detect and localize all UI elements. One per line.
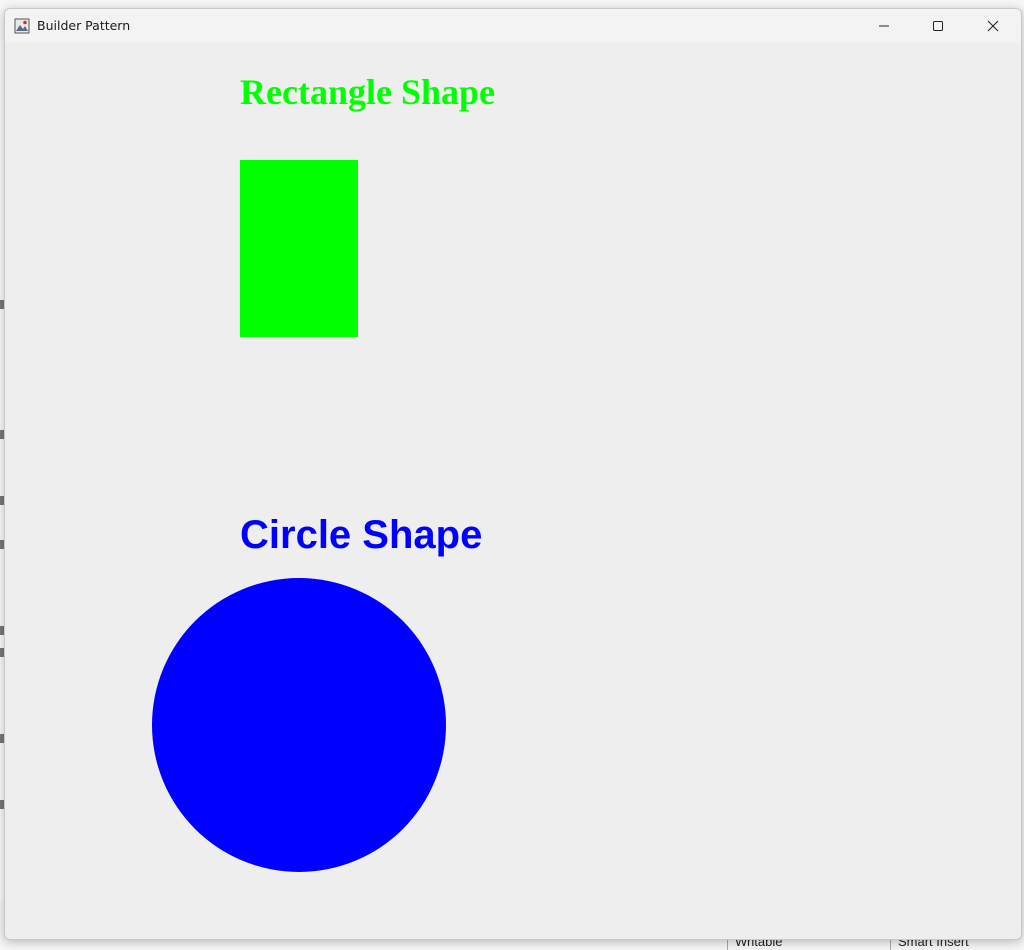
close-button[interactable] bbox=[970, 9, 1016, 43]
java-app-icon bbox=[14, 18, 30, 34]
circle-shape-label: Circle Shape bbox=[240, 513, 483, 557]
builder-pattern-window: Builder Pattern Rectangle Shape Circle S… bbox=[4, 8, 1022, 940]
rectangle-shape-label: Rectangle Shape bbox=[240, 72, 495, 112]
rectangle-shape bbox=[240, 160, 358, 337]
minimize-icon bbox=[879, 25, 889, 27]
desktop: Writable Smart Insert Builder Pattern Re… bbox=[0, 0, 1024, 950]
drawing-canvas: Rectangle Shape Circle Shape bbox=[5, 43, 1021, 939]
close-icon bbox=[987, 20, 999, 32]
minimize-button[interactable] bbox=[861, 9, 907, 43]
window-title: Builder Pattern bbox=[37, 18, 131, 33]
window-titlebar[interactable]: Builder Pattern bbox=[5, 9, 1021, 43]
maximize-icon bbox=[933, 21, 943, 31]
background-ide-title bbox=[0, 0, 1024, 8]
maximize-button[interactable] bbox=[915, 9, 961, 43]
circle-shape bbox=[152, 578, 446, 872]
